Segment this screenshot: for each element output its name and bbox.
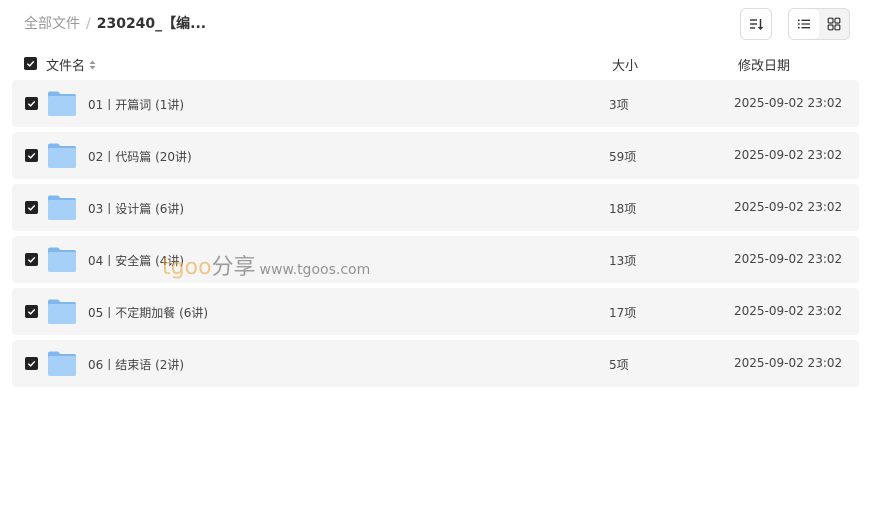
sort-caret-icon (89, 60, 96, 69)
file-name[interactable]: 04丨安全篇 (4讲) (88, 252, 184, 269)
top-bar: 全部文件 / 230240_【编... (0, 0, 874, 48)
view-toggle-group (788, 8, 850, 40)
file-modified: 2025-09-02 23:02 (734, 148, 843, 162)
column-header-name-label: 文件名 (46, 59, 86, 74)
file-size: 13项 (609, 254, 637, 268)
check-icon (27, 152, 36, 159)
column-header-modified[interactable]: 修改日期 (738, 55, 790, 74)
column-header-size[interactable]: 大小 (612, 55, 638, 74)
file-modified: 2025-09-02 23:02 (734, 304, 843, 318)
file-name[interactable]: 01丨开篇词 (1讲) (88, 96, 184, 113)
file-size: 18项 (609, 202, 637, 216)
file-name[interactable]: 06丨结束语 (2讲) (88, 356, 184, 373)
breadcrumb-separator: / (86, 16, 91, 32)
column-header-name[interactable]: 文件名 (46, 55, 96, 74)
row-checkbox[interactable] (25, 149, 38, 162)
breadcrumb-current: 230240_【编... (96, 16, 207, 32)
check-icon (27, 204, 36, 211)
table-row[interactable]: 02丨代码篇 (20讲) 59项 2025-09-02 23:02 (12, 132, 859, 179)
file-size: 17项 (609, 306, 637, 320)
file-modified: 2025-09-02 23:02 (734, 200, 843, 214)
table-row[interactable]: 05丨不定期加餐 (6讲) 17项 2025-09-02 23:02 (12, 288, 859, 335)
file-size: 5项 (609, 358, 629, 372)
list-view-button[interactable] (789, 9, 819, 39)
row-checkbox[interactable] (25, 357, 38, 370)
row-checkbox[interactable] (25, 201, 38, 214)
folder-icon (48, 351, 76, 376)
file-modified: 2025-09-02 23:02 (734, 252, 843, 266)
check-icon (27, 360, 36, 367)
table-row[interactable]: 04丨安全篇 (4讲) 13项 2025-09-02 23:02 (12, 236, 859, 283)
list-view-icon (798, 19, 810, 29)
check-icon (26, 60, 35, 67)
folder-icon (48, 299, 76, 324)
grid-view-icon (827, 17, 841, 31)
breadcrumb: 全部文件 / 230240_【编... (24, 15, 206, 33)
folder-icon (48, 91, 76, 116)
row-checkbox[interactable] (25, 253, 38, 266)
row-checkbox[interactable] (25, 97, 38, 110)
table-header: 文件名 大小 修改日期 (0, 52, 874, 76)
file-name[interactable]: 05丨不定期加餐 (6讲) (88, 304, 208, 321)
sort-lines-icon (750, 19, 763, 30)
check-icon (27, 256, 36, 263)
file-size: 59项 (609, 150, 637, 164)
row-checkbox[interactable] (25, 305, 38, 318)
folder-icon (48, 247, 76, 272)
file-list: 01丨开篇词 (1讲) 3项 2025-09-02 23:02 02丨代码篇 (… (12, 80, 859, 392)
table-row[interactable]: 01丨开篇词 (1讲) 3项 2025-09-02 23:02 (12, 80, 859, 127)
file-modified: 2025-09-02 23:02 (734, 96, 843, 110)
grid-view-button[interactable] (819, 9, 849, 39)
table-row[interactable]: 06丨结束语 (2讲) 5项 2025-09-02 23:02 (12, 340, 859, 387)
file-name[interactable]: 03丨设计篇 (6讲) (88, 200, 184, 217)
sort-button[interactable] (740, 8, 772, 40)
file-modified: 2025-09-02 23:02 (734, 356, 843, 370)
table-row[interactable]: 03丨设计篇 (6讲) 18项 2025-09-02 23:02 (12, 184, 859, 231)
check-icon (27, 308, 36, 315)
breadcrumb-root-link[interactable]: 全部文件 (24, 15, 80, 33)
file-name[interactable]: 02丨代码篇 (20讲) (88, 148, 192, 165)
check-icon (27, 100, 36, 107)
folder-icon (48, 143, 76, 168)
file-size: 3项 (609, 98, 629, 112)
select-all-checkbox[interactable] (24, 57, 37, 70)
folder-icon (48, 195, 76, 220)
